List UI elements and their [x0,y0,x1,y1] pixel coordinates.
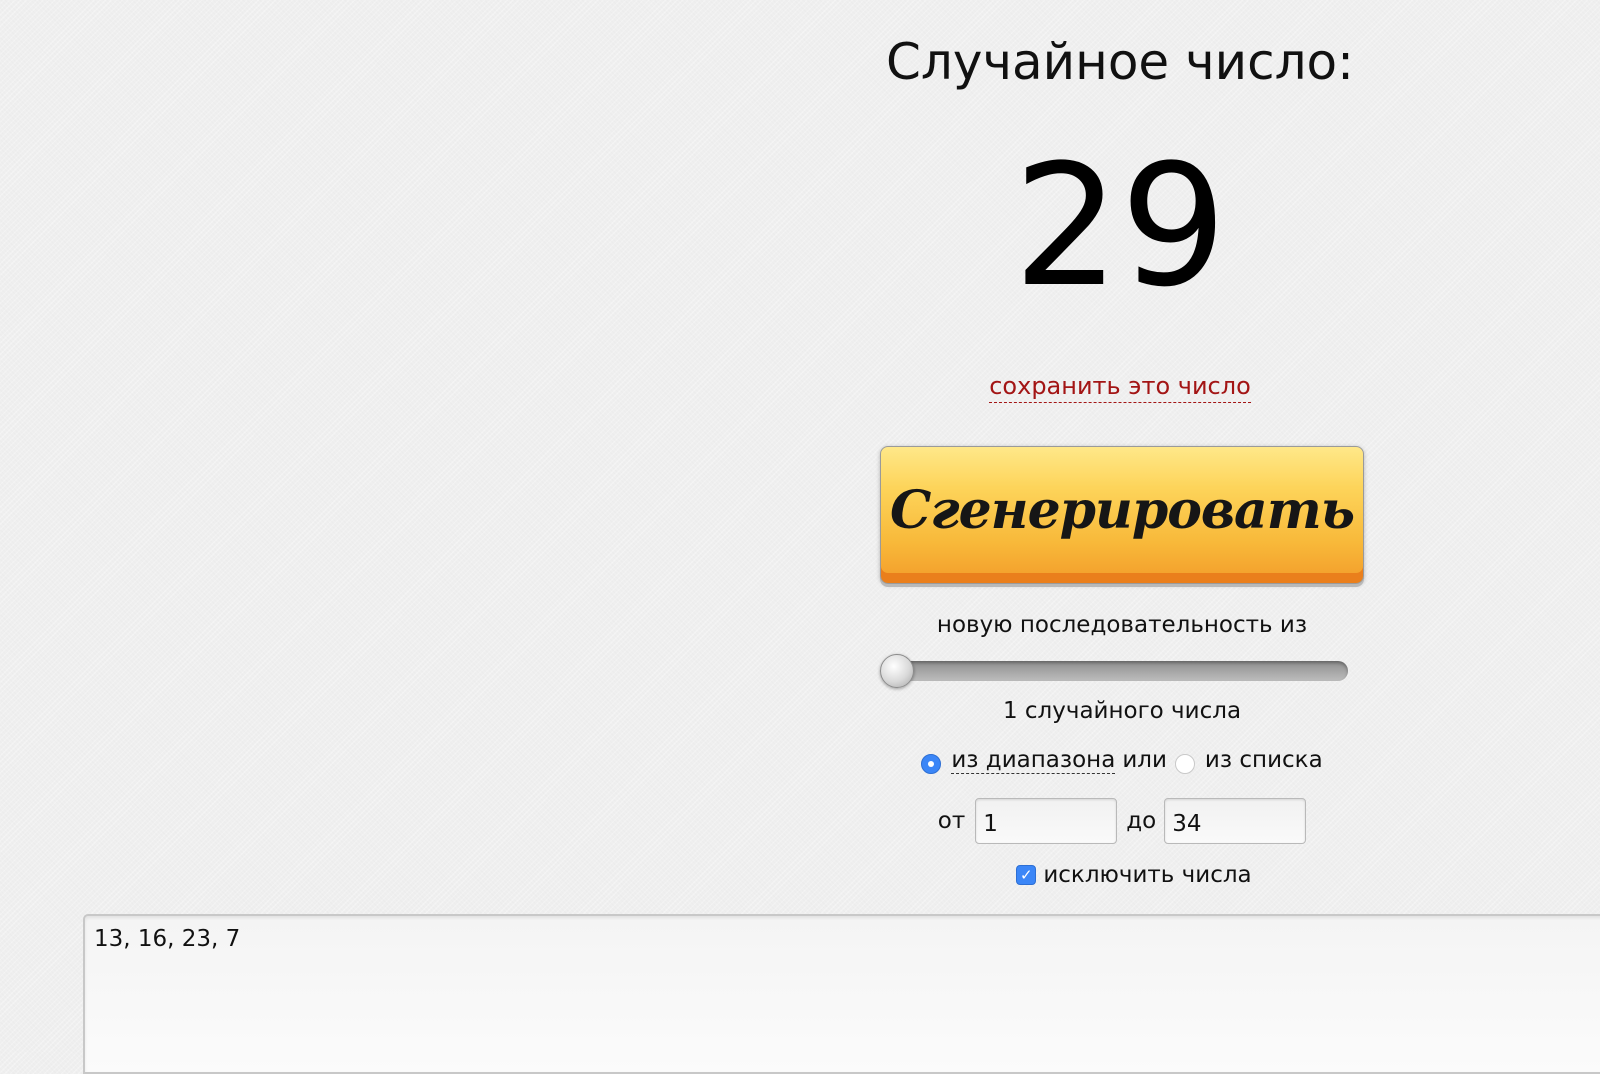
sequence-label: новую последовательность из [936,612,1308,638]
range-mode-radio[interactable] [921,754,942,774]
save-number-link[interactable]: сохранить это число [989,372,1251,403]
count-slider-track[interactable] [890,661,1348,681]
exclude-numbers-textarea[interactable]: 13, 16, 23, 7 [83,914,1600,1074]
from-label: от [937,808,966,834]
to-label: до [1126,808,1157,834]
count-slider-handle[interactable] [880,654,914,688]
from-input[interactable] [975,798,1118,844]
exclude-checkbox[interactable]: ✓ [1016,865,1037,885]
generate-button-label: Сгенерировать [889,479,1355,541]
save-number-row: сохранить это число [880,372,1360,403]
range-row: от до [880,798,1364,844]
or-text: или [1122,747,1167,773]
random-number-result: 29 [1013,128,1227,324]
page-title: Случайное число: [886,33,1354,91]
range-mode-label[interactable]: из диапазона [951,747,1116,774]
mode-selector: из диапазона или из списка [880,746,1364,774]
list-mode-label[interactable]: из списка [1205,747,1323,773]
generate-button[interactable]: Сгенерировать [880,446,1364,584]
exclude-label[interactable]: исключить числа [1043,862,1251,888]
to-input[interactable] [1164,798,1307,844]
list-mode-radio[interactable] [1174,754,1195,774]
exclude-row: ✓ исключить числа [880,862,1364,888]
count-label: 1 случайного числа [1002,698,1242,724]
